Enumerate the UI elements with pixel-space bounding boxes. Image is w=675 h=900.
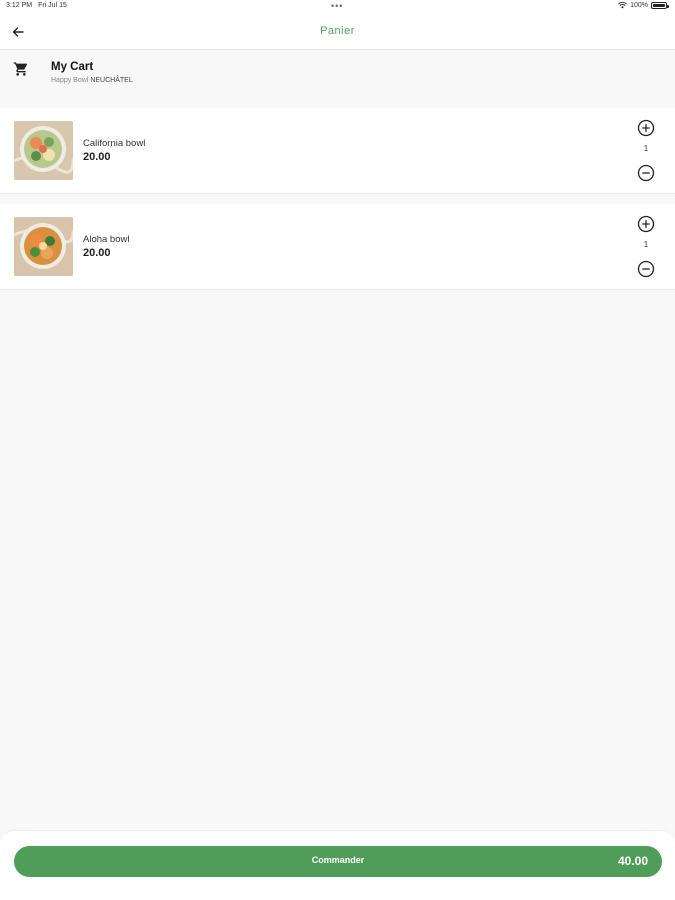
item-quantity: 1 (643, 240, 649, 249)
item-name: Aloha bowl (83, 234, 130, 245)
order-total: 40.00 (617, 854, 648, 868)
item-image (14, 217, 73, 276)
shopping-cart-icon (13, 62, 27, 76)
decrease-quantity-icon[interactable] (637, 260, 655, 278)
item-image (14, 121, 73, 180)
decrease-quantity-icon[interactable] (637, 164, 655, 182)
cart-item: Aloha bowl 20.00 1 (0, 204, 675, 290)
restaurant-city: NEUCHÂTEL (90, 77, 133, 84)
restaurant-name: Happy Bowl (51, 77, 89, 84)
cart-title: My Cart (51, 61, 94, 73)
order-button-label: Commander (311, 855, 365, 865)
restaurant-info: Happy Bowl NEUCHÂTEL (51, 77, 133, 84)
item-name: California bowl (83, 138, 146, 149)
cart-item: California bowl 20.00 1 (0, 108, 675, 194)
checkout-footer: Commander 40.00 (0, 830, 675, 900)
status-time: 3:12 PM (6, 2, 33, 9)
battery-icon (651, 2, 669, 9)
increase-quantity-icon[interactable] (637, 119, 655, 137)
status-bar: 3:12 PM Fri Jul 15 ••• 100% (0, 0, 675, 14)
cart-header: My Cart Happy Bowl NEUCHÂTEL (0, 51, 675, 104)
increase-quantity-icon[interactable] (637, 215, 655, 233)
wifi-icon (618, 2, 627, 9)
battery-percentage: 100% (630, 2, 648, 9)
navigation-bar: Panier (0, 14, 675, 50)
multitasking-dots-icon[interactable]: ••• (331, 1, 343, 11)
page-title: Panier (320, 25, 355, 37)
item-price: 20.00 (83, 247, 111, 259)
order-button[interactable]: Commander 40.00 (14, 846, 662, 877)
item-quantity: 1 (643, 144, 649, 153)
status-date: Fri Jul 15 (38, 2, 67, 9)
item-price: 20.00 (83, 151, 111, 163)
